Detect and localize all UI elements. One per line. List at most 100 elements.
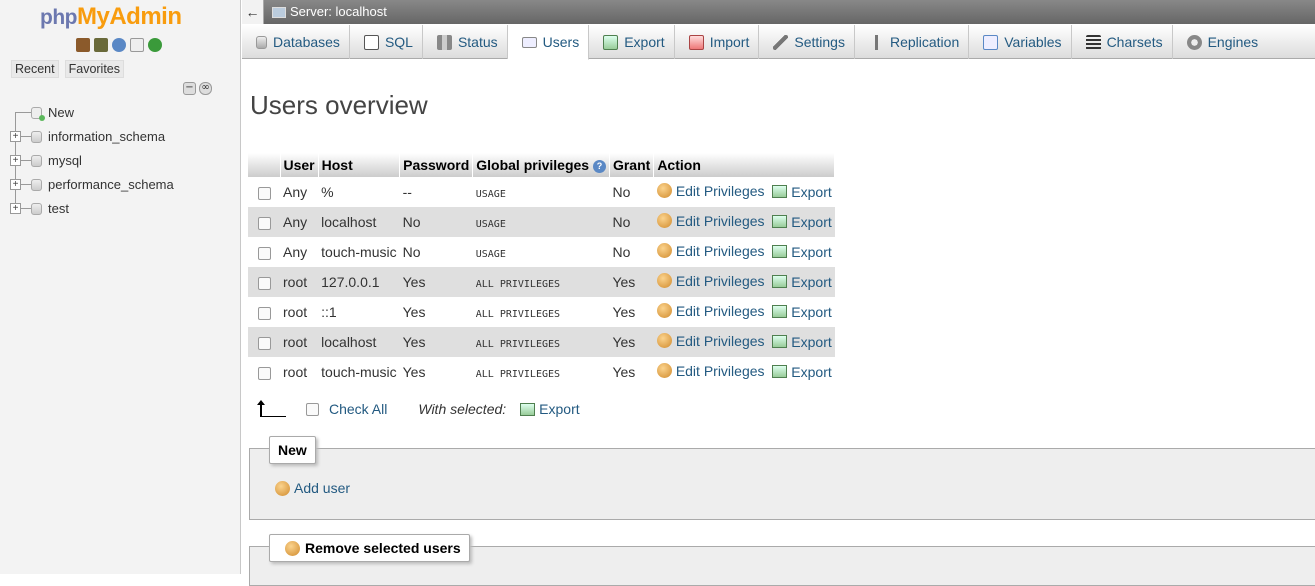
export-link[interactable]: Export (772, 214, 832, 230)
edit-privileges-link[interactable]: Edit Privileges (656, 213, 765, 229)
tree-item-database[interactable]: + mysql (10, 152, 174, 176)
row-select-cell (248, 297, 280, 327)
row-select-cell (248, 267, 280, 297)
user-cell: root (280, 327, 319, 357)
server-breadcrumb[interactable]: Server: localhost (272, 0, 387, 24)
help-icon[interactable]: ? (592, 159, 606, 173)
logout-icon[interactable] (94, 38, 108, 52)
tab-databases[interactable]: Databases (242, 25, 350, 59)
table-row: root localhost Yes ALL PRIVILEGES Yes Edit Pr… (248, 327, 835, 357)
collapse-all-icon[interactable]: − (183, 82, 196, 95)
tab-replication[interactable]: Replication (855, 25, 970, 59)
expand-icon[interactable]: + (10, 179, 21, 190)
tab-settings[interactable]: Settings (759, 25, 855, 59)
tree-item-database[interactable]: + information_schema (10, 128, 174, 152)
row-checkbox[interactable] (258, 216, 271, 230)
tab-users[interactable]: Users (507, 25, 590, 60)
import-icon (688, 34, 704, 50)
tab-variables[interactable]: Variables (969, 25, 1072, 59)
tab-charsets[interactable]: Charsets (1072, 25, 1173, 59)
edit-privileges-icon (656, 183, 672, 199)
tree-item-database[interactable]: + performance_schema (10, 176, 174, 200)
export-link[interactable]: Export (772, 244, 832, 260)
favorites-button[interactable]: Favorites (64, 60, 125, 78)
tab-engines[interactable]: Engines (1173, 25, 1268, 59)
tab-status[interactable]: Status (423, 25, 508, 59)
export-link[interactable]: Export (772, 304, 832, 320)
expand-icon[interactable]: + (10, 155, 21, 166)
export-icon (772, 365, 788, 379)
tab-sql[interactable]: SQL (350, 25, 423, 59)
privileges-cell: USAGE (472, 207, 610, 237)
export-label: Export (791, 333, 832, 350)
password-cell: Yes (399, 357, 473, 387)
link-with-main-icon[interactable]: ∞ (199, 82, 212, 95)
export-icon (772, 245, 788, 259)
row-checkbox[interactable] (258, 336, 271, 350)
database-icon (31, 179, 42, 191)
edit-privileges-label: Edit Privileges (675, 332, 765, 349)
check-all-label[interactable]: Check All (329, 401, 387, 417)
add-user-link[interactable]: Add user (275, 480, 350, 496)
header-global-privileges: Global privileges ? (472, 153, 610, 177)
host-cell: ::1 (318, 297, 400, 327)
row-checkbox[interactable] (258, 306, 271, 320)
privileges-cell: ALL PRIVILEGES (472, 267, 610, 297)
logo-my: My (76, 3, 110, 30)
row-select-cell (248, 357, 280, 387)
export-link[interactable]: Export (772, 364, 832, 380)
sql-icon (363, 34, 379, 50)
expand-icon[interactable]: + (10, 203, 21, 214)
edit-privileges-link[interactable]: Edit Privileges (656, 243, 765, 259)
replication-icon (868, 34, 884, 50)
privileges-value: USAGE (475, 249, 506, 260)
header-select (248, 153, 281, 177)
remove-users-legend[interactable]: Remove selected users (269, 534, 470, 562)
tab-export[interactable]: Export (589, 25, 675, 59)
expand-icon[interactable]: + (10, 131, 21, 142)
help-icon[interactable] (112, 38, 126, 52)
user-cell: Any (280, 237, 319, 267)
edit-privileges-link[interactable]: Edit Privileges (656, 303, 765, 319)
edit-privileges-link[interactable]: Edit Privileges (656, 273, 765, 289)
table-row: Any localhost No USAGE No Edit Privileges Exp… (248, 207, 835, 237)
remove-user-icon (285, 540, 300, 556)
export-link[interactable]: Export (772, 274, 832, 290)
tree-item-new[interactable]: New (10, 104, 174, 128)
edit-privileges-link[interactable]: Edit Privileges (656, 362, 765, 379)
settings-icon (773, 34, 789, 50)
recent-button[interactable]: Recent (11, 60, 59, 78)
tab-label: Status (457, 34, 498, 50)
phpmyadmin-logo[interactable]: phpMyAdmin (40, 3, 182, 31)
database-tree: New + information_schema + mysql + perfo… (10, 104, 174, 224)
docs-icon[interactable] (130, 38, 144, 52)
page-title: Users overview (250, 90, 428, 120)
check-all-checkbox[interactable] (306, 402, 319, 416)
export-link[interactable]: Export (772, 333, 832, 350)
row-checkbox[interactable] (258, 246, 271, 260)
tree-connector (21, 208, 31, 209)
home-icon[interactable] (76, 38, 90, 52)
tree-item-database[interactable]: + test (10, 200, 174, 224)
user-cell: Any (280, 177, 319, 207)
row-checkbox[interactable] (258, 276, 271, 290)
tree-connector (16, 112, 31, 113)
row-checkbox[interactable] (258, 186, 271, 200)
collapse-nav-arrow-icon[interactable]: ← (242, 0, 264, 24)
recent-favorites: Recent Favorites (11, 60, 125, 78)
bulk-export-link[interactable]: Export (520, 401, 580, 417)
action-cell: Edit Privileges Export (653, 327, 835, 357)
server-icon (272, 6, 286, 18)
edit-privileges-link[interactable]: Edit Privileges (656, 332, 765, 349)
tab-import[interactable]: Import (675, 25, 760, 59)
database-icon (31, 203, 42, 215)
logo-php: php (40, 6, 77, 29)
reload-icon[interactable] (148, 38, 162, 52)
row-checkbox[interactable] (258, 366, 271, 380)
privileges-cell: ALL PRIVILEGES (472, 327, 610, 357)
export-link[interactable]: Export (772, 184, 832, 200)
edit-privileges-label: Edit Privileges (675, 362, 765, 379)
tree-item-label: mysql (48, 153, 82, 168)
edit-privileges-link[interactable]: Edit Privileges (656, 183, 765, 199)
logo-admin: Admin (109, 3, 182, 30)
